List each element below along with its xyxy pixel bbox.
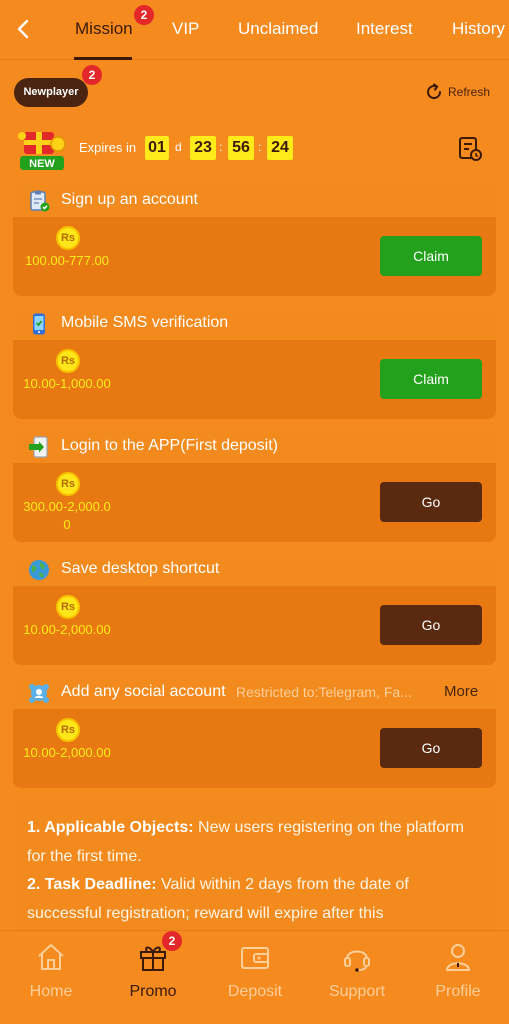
task-reward: 300.00-2,000.00	[23, 499, 111, 532]
rule-item: 2. Task Deadline: Valid within 2 days fr…	[27, 871, 482, 928]
task-card-social-account: Add any social account Restricted to:Tel…	[13, 678, 496, 788]
countdown-sep-2: :	[258, 140, 262, 154]
newplayer-badge: 2	[82, 65, 102, 85]
task-reward: 100.00-777.00	[25, 253, 109, 268]
task-restriction: Restricted to:Telegram, Fa...	[236, 684, 412, 700]
task-title: Add any social account	[61, 683, 226, 700]
nav-promo[interactable]: Promo 2	[102, 931, 204, 1024]
task-reward: 10.00-2,000.00	[23, 745, 111, 760]
nav-home[interactable]: Home	[0, 931, 102, 1024]
nav-promo-label: Promo	[129, 983, 177, 1000]
back-arrow-icon[interactable]	[10, 14, 36, 44]
rule-heading: 1. Applicable Objects:	[27, 819, 194, 836]
nav-deposit-label: Deposit	[227, 983, 283, 1000]
rupee-coin-icon: Rs	[56, 472, 80, 496]
headset-icon	[344, 950, 370, 972]
rule-heading: 2. Task Deadline:	[27, 876, 157, 893]
go-button[interactable]: Go	[380, 728, 482, 768]
tab-history[interactable]: History	[452, 19, 505, 39]
refresh-button[interactable]: Refresh	[424, 82, 490, 102]
countdown-days: 01	[145, 136, 169, 160]
task-card-header: Add any social account Restricted to:Tel…	[13, 678, 496, 709]
clipboard-check-icon	[30, 190, 50, 212]
go-button[interactable]: Go	[380, 605, 482, 645]
task-reward: 10.00-1,000.00	[23, 376, 111, 391]
countdown-sep-1: :	[219, 140, 223, 154]
task-card-sign-up: Sign up an account Rs 100.00-777.00 Clai…	[13, 186, 496, 296]
new-gift-icon: NEW	[18, 132, 66, 170]
app-login-icon	[29, 436, 48, 458]
task-title: Save desktop shortcut	[61, 560, 220, 577]
task-reward: 10.00-2,000.00	[23, 622, 111, 637]
profile-icon	[445, 944, 471, 971]
more-link[interactable]: More	[444, 683, 478, 700]
task-card-header: Save desktop shortcut	[13, 555, 496, 586]
go-button[interactable]: Go	[380, 482, 482, 522]
countdown-seconds: 24	[267, 136, 293, 160]
rules-box: 1. Applicable Objects: New users registe…	[13, 800, 496, 940]
nav-support-label: Support	[328, 983, 386, 1000]
phone-icon	[33, 313, 45, 335]
nav-profile[interactable]: Profile	[407, 931, 509, 1024]
task-card-header: Mobile SMS verification	[13, 309, 496, 340]
task-card-header: Login to the APP(First deposit)	[13, 432, 496, 463]
countdown-minutes: 56	[228, 136, 254, 160]
active-tab-indicator	[74, 57, 132, 60]
task-card-desktop-shortcut: Save desktop shortcut Rs 10.00-2,000.00 …	[13, 555, 496, 665]
claim-button[interactable]: Claim	[380, 359, 482, 399]
globe-icon	[29, 560, 49, 580]
new-badge-text: NEW	[29, 158, 55, 170]
tab-unclaimed[interactable]: Unclaimed	[238, 19, 318, 39]
task-card-header: Sign up an account	[13, 186, 496, 217]
claim-button[interactable]: Claim	[380, 236, 482, 276]
refresh-label: Refresh	[448, 85, 491, 99]
countdown-hours: 23	[190, 136, 216, 160]
newplayer-chip[interactable]: Newplayer	[14, 78, 88, 107]
task-record-icon[interactable]	[457, 135, 483, 163]
rupee-coin-icon: Rs	[56, 718, 80, 742]
nav-deposit[interactable]: Deposit	[204, 931, 306, 1024]
expires-label: Expires in	[79, 140, 137, 155]
rupee-coin-icon: Rs	[56, 595, 80, 619]
tab-vip[interactable]: VIP	[172, 19, 199, 39]
social-icon	[29, 684, 49, 703]
task-title: Sign up an account	[61, 191, 198, 208]
bottom-nav: Home Promo 2 Deposit Support Profile	[0, 930, 509, 1024]
countdown-day-unit: d	[175, 140, 182, 154]
nav-home-label: Home	[29, 983, 73, 1000]
rupee-coin-icon: Rs	[56, 349, 80, 373]
home-icon	[38, 944, 64, 970]
tab-interest[interactable]: Interest	[356, 19, 413, 39]
nav-support[interactable]: Support	[306, 931, 408, 1024]
nav-profile-label: Profile	[435, 983, 481, 1000]
task-card-sms: Mobile SMS verification Rs 10.00-1,000.0…	[13, 309, 496, 419]
task-card-login-app: Login to the APP(First deposit) Rs 300.0…	[13, 432, 496, 542]
wallet-icon	[241, 947, 269, 969]
refresh-icon	[427, 83, 442, 100]
rupee-coin-icon: Rs	[56, 226, 80, 250]
nav-promo-badge: 2	[162, 931, 182, 951]
top-nav: Mission 2 VIP Unclaimed Interest History	[0, 0, 509, 60]
task-title: Login to the APP(First deposit)	[61, 437, 278, 454]
tab-mission[interactable]: Mission	[75, 19, 133, 39]
tab-mission-badge: 2	[134, 5, 154, 25]
task-title: Mobile SMS verification	[61, 314, 229, 331]
rule-item: 1. Applicable Objects: New users registe…	[27, 814, 482, 871]
